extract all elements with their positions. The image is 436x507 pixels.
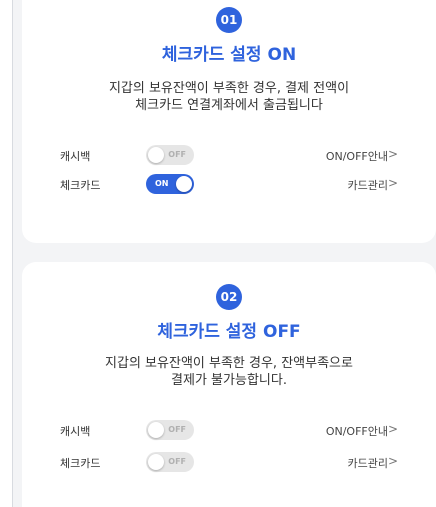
- step-badge: 01: [216, 7, 242, 33]
- checkcard-row: 체크카드 ON 카드관리 >: [22, 173, 436, 195]
- checkcard-on-card: 01 체크카드 설정 ON 지갑의 보유잔액이 부족한 경우, 결제 전액이 체…: [22, 0, 436, 243]
- toggle-knob: [148, 147, 164, 163]
- onoff-guide-link[interactable]: ON/OFF안내: [326, 423, 388, 439]
- description-line: 결제가 불가능합니다.: [171, 373, 287, 388]
- cashback-row: 캐시백 OFF ON/OFF안내 >: [22, 144, 436, 166]
- card-manage-link[interactable]: 카드관리: [348, 177, 388, 193]
- card-description: 지갑의 보유잔액이 부족한 경우, 결제 전액이 체크카드 연결계좌에서 출금됩…: [22, 80, 436, 114]
- toggle-knob: [148, 422, 164, 438]
- card-title: 체크카드 설정 ON: [161, 45, 297, 65]
- checkcard-row: 체크카드 OFF 카드관리 >: [22, 451, 436, 473]
- toggle-knob: [148, 454, 164, 470]
- toggle-knob: [176, 176, 192, 192]
- step-badge: 02: [216, 284, 242, 310]
- card-description: 지갑의 보유잔액이 부족한 경우, 잔액부족으로 결제가 불가능합니다.: [22, 355, 436, 389]
- description-line: 체크카드 연결계좌에서 출금됩니다: [135, 98, 323, 113]
- chevron-right-icon: >: [387, 454, 398, 468]
- toggle-state-label: ON: [155, 179, 169, 188]
- toggle-state-label: OFF: [168, 457, 186, 466]
- cashback-toggle[interactable]: OFF: [146, 145, 194, 165]
- toggle-state-label: OFF: [168, 425, 186, 434]
- description-line: 지갑의 보유잔액이 부족한 경우, 결제 전액이: [108, 81, 350, 96]
- onoff-guide-link[interactable]: ON/OFF안내: [326, 148, 388, 164]
- card-manage-link[interactable]: 카드관리: [348, 455, 388, 471]
- chevron-right-icon: >: [387, 147, 398, 161]
- row-label: 캐시백: [60, 150, 91, 163]
- card-title: 체크카드 설정 OFF: [157, 322, 301, 342]
- left-panel-edge: [0, 0, 13, 507]
- checkcard-toggle[interactable]: ON: [146, 174, 194, 194]
- chevron-right-icon: >: [387, 176, 398, 190]
- cashback-toggle[interactable]: OFF: [146, 420, 194, 440]
- row-label: 체크카드: [60, 457, 101, 470]
- description-line: 지갑의 보유잔액이 부족한 경우, 잔액부족으로: [105, 356, 353, 371]
- chevron-right-icon: >: [387, 422, 398, 436]
- checkcard-toggle[interactable]: OFF: [146, 452, 194, 472]
- cashback-row: 캐시백 OFF ON/OFF안내 >: [22, 419, 436, 441]
- row-label: 체크카드: [60, 179, 101, 192]
- toggle-state-label: OFF: [168, 150, 186, 159]
- row-label: 캐시백: [60, 425, 91, 438]
- checkcard-off-card: 02 체크카드 설정 OFF 지갑의 보유잔액이 부족한 경우, 잔액부족으로 …: [22, 262, 436, 507]
